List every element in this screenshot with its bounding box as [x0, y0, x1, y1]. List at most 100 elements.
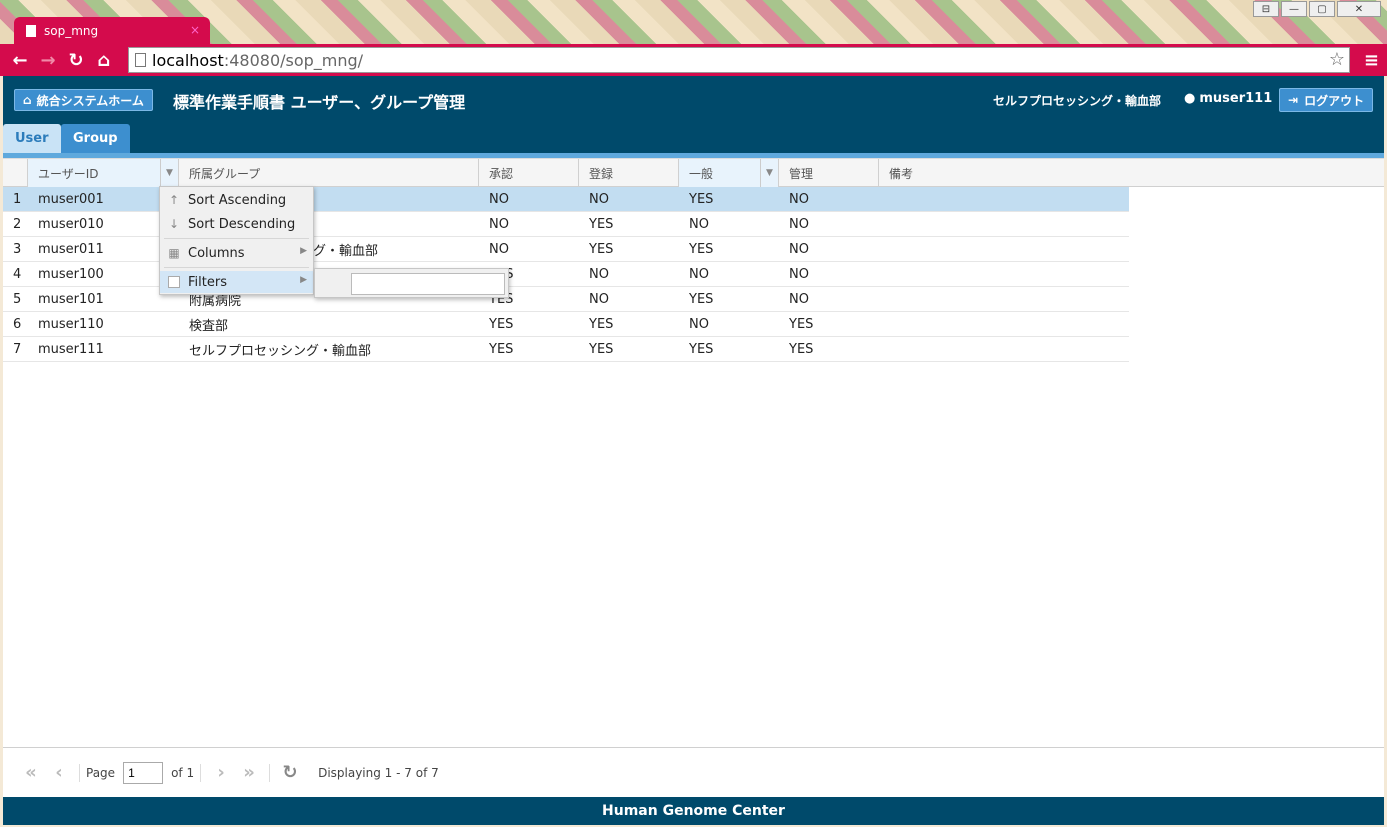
forward-arrow-icon[interactable]: → [34, 46, 62, 74]
columns-icon: ▦ [168, 246, 180, 260]
column-header-group[interactable]: 所属グループ [179, 159, 479, 187]
minimize-icon[interactable]: — [1281, 1, 1307, 17]
row-number: 2 [13, 216, 22, 232]
cell-general: YES [689, 241, 714, 257]
tab-close-icon[interactable]: × [190, 23, 200, 37]
reload-icon[interactable]: ↻ [62, 46, 90, 74]
browser-titlebar: sop_mng × ⊟ — ▢ ✕ [0, 0, 1387, 44]
cell-admin: NO [789, 291, 809, 307]
url-path: :48080/sop_mng/ [223, 50, 364, 70]
last-page-icon[interactable]: » [235, 762, 263, 783]
column-header-label: 備考 [889, 166, 914, 181]
home-icon[interactable]: ⌂ [90, 46, 118, 74]
column-header-general[interactable]: 一般 ▼ [679, 159, 779, 187]
column-menu-trigger-icon[interactable]: ▼ [760, 159, 778, 187]
menu-item-label: Columns [188, 245, 245, 261]
column-header-label: ユーザーID [38, 166, 99, 181]
menu-item-label: Sort Ascending [188, 192, 287, 208]
menu-item-label: Filters [188, 274, 227, 290]
current-user: ● muser111 [1184, 91, 1272, 106]
user-icon: ● [1184, 91, 1196, 106]
table-row[interactable]: 6 muser110 検査部 YES YES NO YES [3, 312, 1129, 337]
cell-register: YES [589, 241, 614, 257]
system-home-button[interactable]: ⌂ 統合システムホーム [14, 89, 153, 111]
tab-user[interactable]: User [3, 124, 61, 153]
filter-input[interactable] [351, 273, 505, 295]
row-number: 6 [13, 316, 22, 332]
row-number: 3 [13, 241, 22, 257]
cell-register: NO [589, 291, 609, 307]
row-number-header [3, 159, 28, 187]
window-controls: ⊟ — ▢ ✕ [1253, 1, 1381, 17]
column-header-register[interactable]: 登録 [579, 159, 679, 187]
cell-register: YES [589, 216, 614, 232]
tab-group[interactable]: Group [61, 124, 130, 153]
browser-tab[interactable]: sop_mng × [14, 17, 210, 44]
cell-admin: NO [789, 216, 809, 232]
cell-general: YES [689, 341, 714, 357]
sort-ascending-icon: ↑ [168, 193, 180, 207]
cell-admin: YES [789, 316, 814, 332]
system-home-label: 統合システムホーム [36, 93, 144, 108]
column-header-label: 登録 [589, 166, 614, 181]
browser-menu-icon[interactable]: ≡ [1364, 50, 1379, 71]
menu-item-filters[interactable]: Filters ▶ [160, 271, 313, 293]
home-icon: ⌂ [23, 93, 32, 107]
submenu-arrow-icon: ▶ [300, 246, 307, 256]
cell-approve: NO [489, 241, 509, 257]
refresh-icon[interactable]: ↻ [276, 762, 304, 783]
column-menu-trigger-icon[interactable]: ▼ [160, 159, 178, 187]
url-host: localhost [152, 50, 224, 70]
filter-checkbox[interactable] [167, 275, 181, 289]
cell-admin: YES [789, 341, 814, 357]
menu-item-sort-descending[interactable]: ↓ Sort Descending [160, 213, 313, 235]
column-header-user-id[interactable]: ユーザーID ▼ [28, 159, 179, 187]
app-header: ⌂ 統合システムホーム 標準作業手順書 ユーザー、グループ管理 セルフプロセッシ… [3, 76, 1384, 124]
browser-tab-title: sop_mng [44, 23, 99, 38]
page-number-input[interactable] [123, 761, 164, 784]
menu-item-sort-ascending[interactable]: ↑ Sort Ascending [160, 189, 313, 211]
menu-separator [164, 267, 309, 268]
cell-admin: NO [789, 266, 809, 282]
cell-group: セルフプロセッシング・輸血部 [189, 343, 372, 359]
app-frame: ⌂ 統合システムホーム 標準作業手順書 ユーザー、グループ管理 セルフプロセッシ… [3, 76, 1384, 825]
maximize-icon[interactable]: ▢ [1309, 1, 1335, 17]
cell-approve: NO [489, 191, 509, 207]
next-page-icon[interactable]: › [207, 762, 235, 783]
sort-descending-icon: ↓ [168, 217, 180, 231]
row-number: 5 [13, 291, 22, 307]
table-row[interactable]: 7 muser111 セルフプロセッシング・輸血部 YES YES YES YE… [3, 337, 1129, 362]
page-count-label: of 1 [171, 765, 195, 780]
page-label: Page [86, 765, 116, 780]
prev-page-icon[interactable]: ‹ [45, 762, 73, 783]
back-arrow-icon[interactable]: ← [6, 46, 34, 74]
column-header-approve[interactable]: 承認 [479, 159, 579, 187]
column-header-label: 管理 [789, 166, 814, 181]
column-context-menu: ↑ Sort Ascending ↓ Sort Descending ▦ Col… [159, 186, 314, 295]
cell-approve: YES [489, 341, 514, 357]
filter-submenu [314, 268, 509, 298]
column-header-notes[interactable]: 備考 [879, 159, 1384, 187]
cell-admin: NO [789, 191, 809, 207]
display-status: Displaying 1 - 7 of 7 [318, 765, 439, 780]
cell-group: 検査部 [189, 318, 229, 334]
document-icon [26, 24, 36, 37]
paging-toolbar: « ‹ Page of 1 › » ↻ Displaying 1 - 7 of … [3, 747, 1384, 797]
column-header-admin[interactable]: 管理 [779, 159, 879, 187]
footer: Human Genome Center [3, 797, 1384, 825]
cell-general: NO [689, 316, 709, 332]
first-page-icon[interactable]: « [17, 762, 45, 783]
cell-user-id: muser110 [38, 316, 104, 332]
window-close-icon[interactable]: ✕ [1337, 1, 1381, 17]
logout-button[interactable]: ⇥ ログアウト [1279, 88, 1374, 112]
row-number: 7 [13, 341, 22, 357]
user-switch-icon[interactable]: ⊟ [1253, 1, 1279, 17]
address-bar[interactable]: localhost:48080/sop_mng/ ☆ [128, 47, 1350, 73]
cell-register: YES [589, 316, 614, 332]
cell-general: NO [689, 266, 709, 282]
logout-label: ログアウト [1304, 93, 1365, 108]
cell-user-id: muser101 [38, 291, 104, 307]
cell-approve: NO [489, 216, 509, 232]
bookmark-star-icon[interactable]: ☆ [1329, 49, 1345, 70]
menu-item-columns[interactable]: ▦ Columns ▶ [160, 242, 313, 264]
